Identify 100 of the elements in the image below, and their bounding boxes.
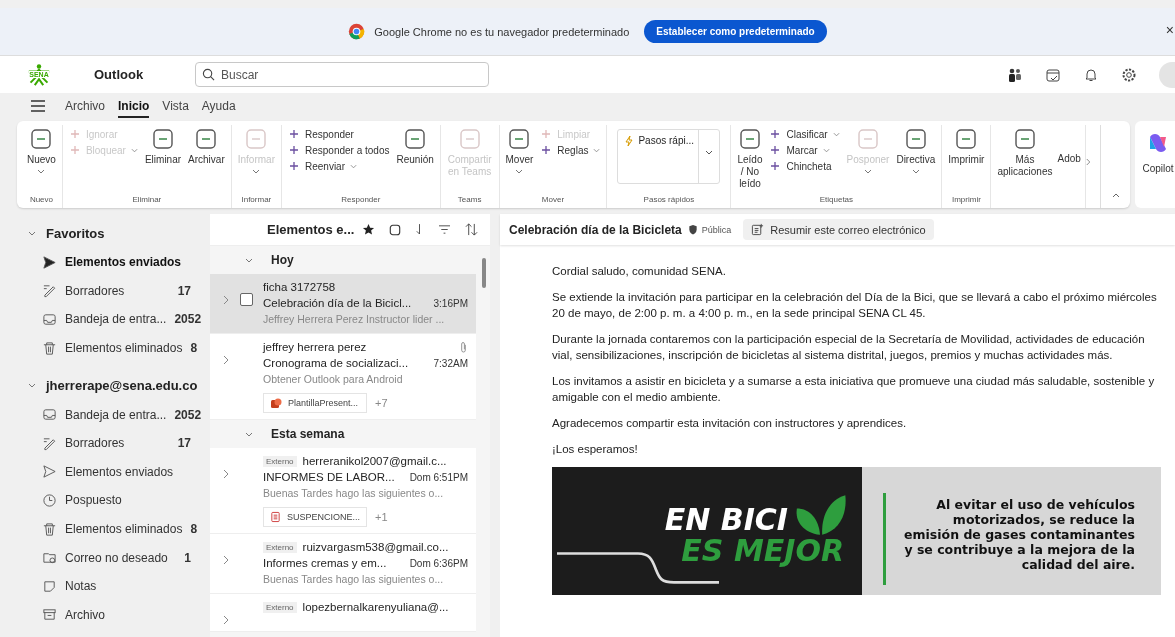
folder-item[interactable]: Borradores 17 (0, 428, 205, 458)
time: 3:16PM (433, 297, 468, 309)
folder-item[interactable]: Bandeja de entra... 2052 (0, 305, 205, 334)
folder-item[interactable]: Elementos enviados (0, 248, 205, 277)
people-icon[interactable] (1007, 66, 1023, 83)
folder-item[interactable]: Notas (0, 571, 205, 601)
notes-folder-icon (42, 578, 57, 594)
sensitivity-label: Pública (701, 224, 732, 235)
ribbon-button[interactable]: Chincheta (767, 160, 842, 172)
bell-icon[interactable] (1083, 66, 1099, 83)
ribbon-button[interactable]: Archivar (186, 125, 227, 195)
search-field[interactable]: Buscar (195, 62, 489, 87)
message-item[interactable]: ficha 3172758 Celebración día de la Bicicl... 3:16PM Jeffrey Herrera Perez Instructor lider ... (210, 274, 476, 334)
folder-section-header[interactable]: Favoritos (0, 222, 205, 245)
time: Dom 6:36PM (409, 557, 468, 569)
menu-icon[interactable] (31, 100, 45, 112)
poster-text: Al evitar el uso de vehículos motorizados, se reduce la emisión de gases contaminantes y se contribuye a la mejora de la calidad del aire. (903, 497, 1135, 572)
settings-icon[interactable] (1121, 66, 1137, 83)
snoozed-folder-icon (42, 492, 57, 508)
caret-icon (864, 169, 872, 174)
external-tag: Externo (263, 601, 297, 613)
ribbon-button[interactable]: Clasificar (767, 128, 842, 140)
ribbon-button[interactable]: Más aplicaciones (995, 125, 1055, 208)
tile-icon (954, 127, 979, 151)
summary-icon (751, 223, 765, 236)
ribbon-button[interactable]: Responder (286, 128, 392, 140)
menu-tab[interactable]: Archivo (65, 94, 105, 118)
calendar-check-icon[interactable] (1045, 66, 1061, 83)
tile-icon (194, 127, 219, 151)
attachment-chip[interactable]: SUSPENCIONE... (263, 507, 367, 527)
sent-folder-icon (42, 464, 57, 480)
tile-icon (457, 127, 482, 151)
sender: lopezbernalkarenyuliana@... (302, 601, 450, 613)
ribbon-button[interactable]: Eliminar (142, 125, 184, 195)
folder-item[interactable]: Correo no deseado 1 (0, 543, 205, 572)
quick-steps-dropdown[interactable]: Pasos rápi... (617, 129, 721, 184)
chevron-right-icon (223, 469, 229, 479)
folder-item[interactable]: Elementos enviados (0, 457, 205, 487)
drafts-folder-icon (42, 283, 57, 299)
checkbox-icon[interactable] (389, 223, 402, 236)
tile-icon (856, 127, 880, 151)
caret-icon (593, 147, 601, 153)
close-button[interactable]: × (1165, 22, 1174, 38)
ribbon-button[interactable]: Adob (1057, 125, 1081, 164)
attachment-chip[interactable]: PlantillaPresent... (263, 393, 367, 413)
folder-item[interactable]: Elementos eliminados 8 (0, 514, 205, 544)
folder-item[interactable]: Elementos eliminados 8 (0, 333, 205, 363)
email-paragraph: ¡Los esperamos! (552, 442, 639, 457)
email-paragraph: Agradecemos compartir esta invitación con instructores y aprendices. (552, 416, 908, 431)
filter-icon[interactable] (438, 224, 452, 235)
ribbon-button[interactable]: Imprimir (946, 125, 987, 195)
summarize-button[interactable]: Resumir este correo electrónico (743, 219, 934, 240)
deleted-folder-icon (42, 521, 57, 537)
checkbox[interactable] (239, 293, 253, 306)
more-attachments-count: +7 (375, 397, 388, 409)
ribbon-button[interactable]: Directiva (894, 125, 938, 195)
menu-tab[interactable]: Ayuda (201, 94, 236, 118)
sort-icon[interactable] (465, 223, 479, 236)
menu-tab[interactable]: Inicio (118, 94, 150, 118)
caret-icon (911, 169, 920, 174)
sender: ficha 3172758 (263, 281, 337, 293)
ribbon-button[interactable]: Mover (503, 125, 536, 195)
folder-item[interactable]: Pospuesto (0, 486, 205, 515)
ribbon-button[interactable]: Nuevo (25, 125, 58, 195)
message-item[interactable]: jeffrey herrera perez Cronograma de socializaci... 7:32AM Obtener Outlook para Android PlantillaPresent... +7 (210, 334, 476, 420)
ribbon-button[interactable]: Reunión (394, 125, 436, 195)
collapse-icon[interactable] (1111, 193, 1120, 198)
email-subject: Celebración día de la Bicicleta (509, 222, 682, 237)
folder-title: Elementos e... (267, 222, 355, 237)
sender: jeffrey herrera perez (263, 341, 368, 353)
star-icon[interactable] (362, 223, 376, 236)
chevron-right-icon (223, 615, 229, 625)
ribbon-button[interactable]: Responder a todos (286, 144, 392, 156)
folder-item[interactable]: Borradores 17 (0, 276, 205, 306)
menu-tab[interactable]: Vista (162, 94, 189, 118)
sender: ruizvargasm538@gmail.co... (302, 541, 450, 553)
ribbon-button[interactable]: Reglas (538, 144, 603, 156)
more-attachments-count: +1 (375, 511, 388, 523)
group-label: Teams (457, 195, 482, 206)
message-item[interactable]: Externo herreranikol2007@gmail.c... INFORMES DE LABOR... Dom 6:51PM Buenas Tardes hago las siguientes o... SUSPENCIONE... +1 (210, 448, 476, 534)
ribbon-button[interactable]: Marcar (767, 144, 842, 156)
ribbon-button[interactable]: Reenviar (286, 160, 392, 172)
banner-message: Google Chrome no es tu navegador predeterminado (374, 25, 630, 38)
copilot-button[interactable]: Copilot (1135, 121, 1175, 208)
ribbon-button[interactable]: Leído / No leído (735, 125, 765, 195)
group-label: Etiquetas (819, 195, 854, 206)
message-item[interactable]: Externo ruizvargasm538@gmail.co... Informes cremas y em... Dom 6:36PM Buenas Tardes hago las siguientes o... (210, 534, 476, 594)
time: 7:32AM (433, 357, 468, 369)
time: Dom 6:51PM (409, 471, 468, 483)
sent-folder-icon (42, 254, 57, 270)
app-title: Outlook (94, 67, 145, 82)
set-default-button[interactable]: Establecer como predeterminado (644, 20, 827, 43)
subject: Celebración día de la Bicicl... (263, 297, 413, 309)
message-item[interactable]: Externo lopezbernalkarenyuliana@... (210, 594, 476, 632)
group-label: Responder (341, 195, 381, 206)
folder-item[interactable]: Archivo (0, 600, 205, 630)
email-paragraph: Cordial saludo, comunidad SENA. (552, 264, 727, 279)
folder-item[interactable]: Bandeja de entra... 2052 (0, 400, 205, 429)
caret-icon (37, 169, 46, 174)
folder-section-header[interactable]: jherrerape@sena.edu.co (0, 374, 205, 398)
